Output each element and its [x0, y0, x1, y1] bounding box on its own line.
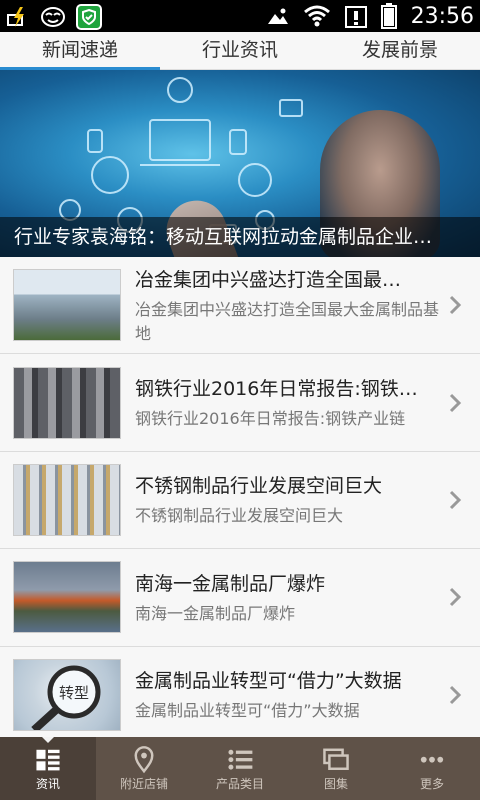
news-desc: 钢铁行业2016年日常报告:钢铁产业链	[135, 409, 406, 429]
grid-news-icon	[36, 749, 60, 771]
list-item[interactable]: 转型 金属制品业转型可“借力”大数据 金属制品业转型可“借力”大数据	[0, 646, 480, 737]
news-title: 金属制品业转型可“借力”大数据	[135, 670, 402, 693]
flash-icon	[7, 7, 24, 27]
news-desc: 南海一金属制品厂爆炸	[135, 603, 296, 623]
more-dots-icon	[420, 756, 444, 763]
chevron-right-icon	[449, 490, 462, 510]
nav-gallery[interactable]: 图集	[288, 737, 384, 800]
nav-label: 资讯	[35, 777, 60, 791]
news-thumbnail	[13, 269, 121, 342]
tab-industry-info[interactable]: 行业资讯	[160, 32, 320, 69]
battery-icon	[380, 3, 397, 29]
list-item[interactable]: 南海一金属制品厂爆炸 南海一金属制品厂爆炸	[0, 549, 480, 647]
nav-label: 产品类目	[215, 777, 264, 791]
news-title: 冶金集团中兴盛达打造全国最…	[135, 268, 402, 291]
nav-label: 附近店铺	[119, 777, 168, 791]
list-icon	[228, 749, 253, 770]
chevron-right-icon	[449, 685, 462, 704]
news-desc: 金属制品业转型可“借力”大数据	[135, 701, 360, 721]
tab-development-prospects[interactable]: 发展前景	[320, 32, 480, 69]
chevron-right-icon	[449, 588, 462, 607]
nav-more[interactable]: 更多	[384, 737, 480, 800]
news-thumbnail	[13, 366, 121, 439]
alert-icon	[344, 6, 367, 28]
image-icon	[267, 8, 288, 24]
hero-caption: 行业专家袁海铭：移动互联网拉动金属制品企业…	[0, 217, 480, 257]
face-icon	[41, 7, 65, 27]
news-title: 南海一金属制品厂爆炸	[135, 572, 326, 595]
news-title: 钢铁行业2016年日常报告:钢铁…	[135, 378, 418, 401]
wifi-icon	[303, 5, 330, 27]
nav-product-categories[interactable]: 产品类目	[192, 737, 288, 800]
shield-app-icon	[76, 4, 102, 30]
nav-label: 图集	[323, 777, 348, 791]
gallery-icon	[323, 748, 349, 770]
news-thumbnail	[13, 561, 121, 634]
magnifier-icon: 转型	[31, 665, 101, 730]
nav-news[interactable]: 资讯	[0, 737, 96, 800]
news-title: 不锈钢制品行业发展空间巨大	[135, 475, 383, 498]
thumbnail-text: 转型	[59, 684, 89, 702]
news-list: 冶金集团中兴盛达打造全国最… 冶金集团中兴盛达打造全国最大金属制品基地 钢铁行业…	[0, 257, 480, 737]
list-item[interactable]: 冶金集团中兴盛达打造全国最… 冶金集团中兴盛达打造全国最大金属制品基地	[0, 257, 480, 355]
tab-bar: 新闻速递 行业资讯 发展前景	[0, 32, 480, 70]
tab-news-express[interactable]: 新闻速递	[0, 32, 160, 70]
nav-nearby-stores[interactable]: 附近店铺	[96, 737, 192, 800]
chevron-right-icon	[449, 296, 462, 315]
nav-label: 更多	[419, 777, 444, 791]
clock: 23:56	[410, 3, 474, 29]
location-pin-icon	[134, 746, 154, 774]
bottom-nav: 资讯 附近店铺 产品类目 图集 更多	[0, 737, 480, 800]
hero-banner[interactable]: 行业专家袁海铭：移动互联网拉动金属制品企业…	[0, 70, 480, 257]
list-item[interactable]: 钢铁行业2016年日常报告:钢铁… 钢铁行业2016年日常报告:钢铁产业链	[0, 354, 480, 452]
news-desc: 冶金集团中兴盛达打造全国最大金属制品基地	[135, 299, 440, 343]
news-desc: 不锈钢制品行业发展空间巨大	[135, 506, 344, 526]
chevron-right-icon	[449, 393, 462, 412]
news-thumbnail: 转型	[13, 658, 121, 731]
status-bar: 23:56	[0, 0, 480, 32]
list-item[interactable]: 不锈钢制品行业发展空间巨大 不锈钢制品行业发展空间巨大	[0, 451, 480, 550]
news-thumbnail	[13, 463, 121, 536]
